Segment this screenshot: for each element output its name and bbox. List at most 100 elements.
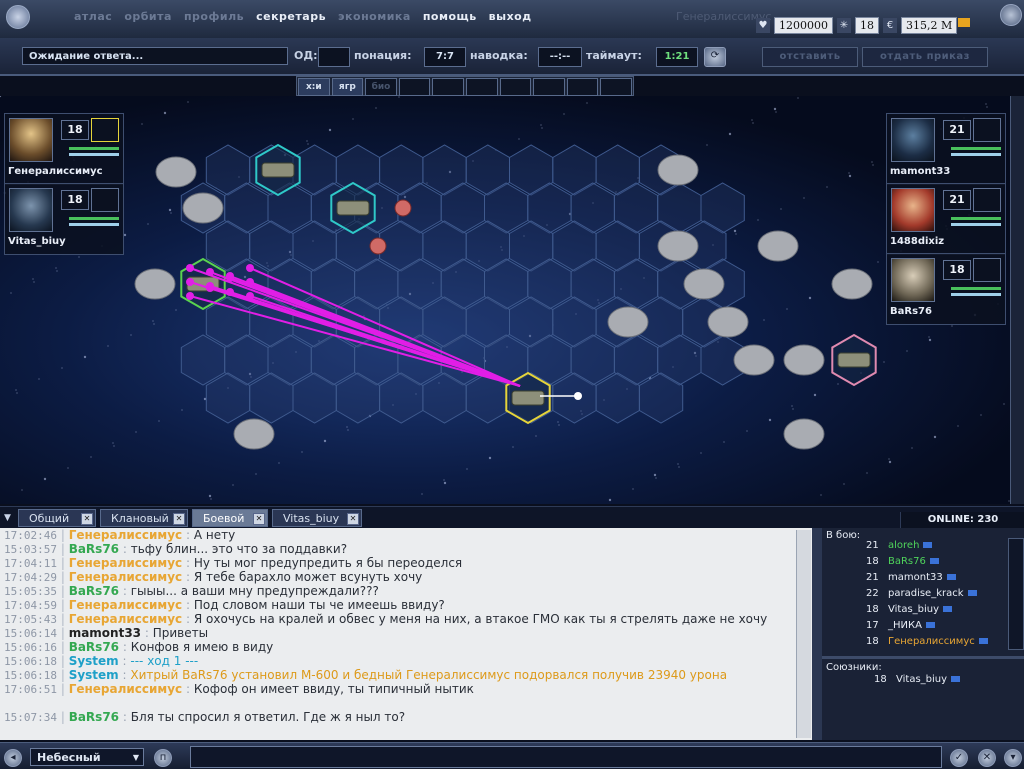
chat-settings-icon[interactable]: ▾ — [1004, 749, 1022, 767]
smiley-icon[interactable]: п — [154, 749, 172, 767]
menu-economy[interactable]: экономика — [338, 10, 411, 23]
ally-row[interactable]: 18 Vitas_biuy — [874, 672, 961, 688]
user-level: 18 — [866, 556, 879, 567]
ship-icon — [511, 390, 545, 406]
message-author[interactable]: System — [69, 668, 119, 682]
mode-tab-4[interactable] — [398, 78, 431, 96]
clear-icon[interactable]: ✕ — [978, 749, 996, 767]
player-card-left-2[interactable]: 18 Vitas_biuy — [4, 183, 124, 255]
chat-tab-general[interactable]: Общий ✕ — [18, 509, 96, 527]
message-author[interactable]: Генералиссимус — [69, 682, 182, 696]
chat-tab-battle[interactable]: Боевой ✕ — [192, 509, 268, 527]
hex-grid[interactable] — [0, 96, 1010, 504]
battle-user-row[interactable]: 18 BaRs76 — [866, 554, 939, 570]
chat-tab-private[interactable]: Vitas_biuy ✕ — [272, 509, 362, 527]
message-author[interactable]: Генералиссимус — [69, 598, 182, 612]
battle-user-row[interactable]: 21 aloreh — [866, 538, 933, 554]
message-author[interactable]: Генералиссимус — [69, 612, 182, 626]
refresh-icon[interactable]: ⟳ — [704, 47, 726, 67]
message-time: 15:05:35 — [4, 585, 57, 598]
message-author[interactable]: Генералиссимус — [69, 556, 182, 570]
chat-message: 15:07:34 | BaRs76 : Бля ты спросил я отв… — [4, 710, 406, 724]
chat-message: 15:06:14 | mamont33 : Приветы — [4, 626, 209, 640]
star — [181, 409, 183, 411]
menu-profile[interactable]: профиль — [184, 10, 244, 23]
player-card-right-1[interactable]: 21 mamont33 — [886, 113, 1006, 185]
menu-help[interactable]: помощь — [423, 10, 477, 23]
star — [170, 212, 172, 214]
game-logo-button[interactable] — [6, 5, 30, 29]
mode-tab-3[interactable]: био — [365, 78, 397, 96]
hex-cell[interactable] — [180, 334, 226, 386]
send-icon[interactable]: ✓ — [950, 749, 968, 767]
star — [61, 367, 63, 369]
battle-user-row[interactable]: 17 _НИКА — [866, 618, 935, 634]
give-order-button[interactable]: отдать приказ — [862, 47, 988, 67]
flag-icon — [929, 558, 939, 564]
mode-tab-8[interactable] — [533, 78, 565, 96]
star — [347, 429, 349, 431]
message-author[interactable]: Генералиссимус — [69, 528, 182, 542]
mode-tab-7[interactable] — [499, 78, 532, 96]
battle-user-row[interactable]: 18 Vitas_biuy — [866, 602, 953, 618]
asteroid-icon — [233, 418, 275, 450]
star — [848, 174, 852, 178]
message-author[interactable]: Генералиссимус — [69, 570, 182, 584]
collapse-arrow-icon[interactable]: ▼ — [4, 513, 11, 523]
menu-orbit[interactable]: орбита — [124, 10, 172, 23]
star — [786, 308, 788, 310]
message-author[interactable]: System — [69, 654, 119, 668]
menu-atlas[interactable]: атлас — [74, 10, 112, 23]
close-icon[interactable]: ✕ — [347, 513, 359, 525]
mine-icon — [369, 237, 387, 255]
player-card-right-2[interactable]: 21 1488dixiz — [886, 183, 1006, 255]
mode-tab-9[interactable] — [566, 78, 599, 96]
message-author[interactable]: BaRs76 — [69, 584, 119, 598]
player-card-left-1[interactable]: 18 Генералиссимус — [4, 113, 124, 185]
menu-exit[interactable]: выход — [489, 10, 532, 23]
mode-tab-5[interactable] — [432, 78, 464, 96]
close-icon[interactable]: ✕ — [81, 513, 93, 525]
message-author[interactable]: mamont33 — [69, 626, 141, 640]
weapon-icon — [91, 188, 119, 212]
message-text: Под словом наши ты че имеешь ввиду? — [193, 598, 445, 612]
chat-menu-icon[interactable]: ◂ — [4, 749, 22, 767]
message-time: 15:06:18 — [4, 669, 57, 682]
panel-splitter[interactable] — [812, 528, 822, 740]
battle-user-row[interactable]: 21 mamont33 — [866, 570, 956, 586]
battle-user-row[interactable]: 22 paradise_krack — [866, 586, 977, 602]
mass-unit: М — [941, 18, 953, 32]
tab-label: Общий — [29, 512, 70, 525]
chat-log[interactable]: 17:02:46 | Генералиссимус : А нету 15:03:… — [0, 528, 812, 740]
battle-user-row[interactable]: 18 Генералиссимус — [866, 634, 988, 650]
battlefield-scrollbar[interactable] — [1010, 96, 1024, 504]
message-time: 15:06:14 — [4, 627, 57, 640]
mode-tab-1[interactable]: х:и — [298, 78, 330, 96]
message-time: 17:02:46 — [4, 529, 57, 542]
menu-secretary[interactable]: секретарь — [256, 10, 326, 23]
mode-tab-6[interactable] — [465, 78, 498, 96]
mode-tab-10[interactable] — [600, 78, 632, 96]
star — [488, 456, 492, 460]
channel-select[interactable]: Небесный ▼ — [30, 748, 144, 766]
chat-scrollbar[interactable] — [796, 530, 811, 738]
message-author[interactable]: BaRs76 — [69, 640, 119, 654]
mail-icon[interactable] — [958, 18, 970, 27]
player-card-right-3[interactable]: 18 BaRs76 — [886, 253, 1006, 325]
star — [518, 138, 520, 140]
message-author[interactable]: BaRs76 — [69, 542, 119, 556]
star — [135, 431, 137, 433]
side-scrollbar[interactable] — [1008, 538, 1024, 650]
chat-tab-clan[interactable]: Клановый ✕ — [100, 509, 188, 527]
corner-menu-button[interactable] — [1000, 4, 1022, 26]
leave-button[interactable]: отставить — [762, 47, 858, 67]
star — [83, 355, 87, 359]
star — [306, 140, 308, 142]
message-author[interactable]: BaRs76 — [69, 710, 119, 724]
star — [768, 418, 772, 422]
close-icon[interactable]: ✕ — [173, 513, 185, 525]
close-icon[interactable]: ✕ — [253, 513, 265, 525]
mode-tab-2[interactable]: ягр — [331, 78, 364, 96]
star — [792, 408, 794, 410]
chat-message-input[interactable] — [190, 746, 942, 768]
